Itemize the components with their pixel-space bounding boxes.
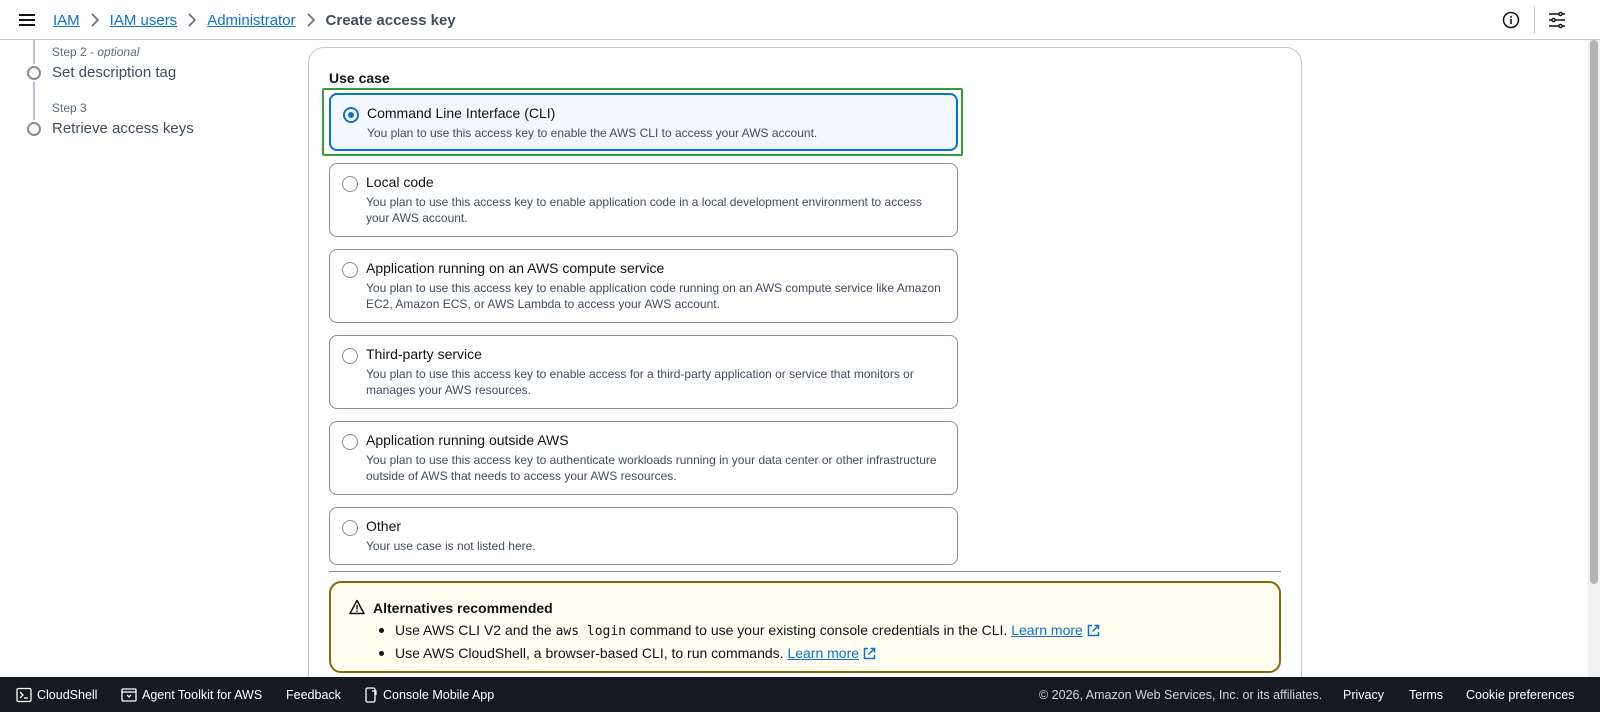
option-title: Application running outside AWS (366, 432, 569, 448)
cloudshell-label: CloudShell (37, 687, 98, 702)
external-link-icon[interactable] (863, 645, 876, 666)
option-local-code[interactable]: Local code You plan to use this access k… (329, 163, 958, 237)
agent-toolkit-label: Agent Toolkit for AWS (142, 687, 263, 702)
step-connector (33, 82, 35, 120)
option-title: Application running on an AWS compute se… (366, 260, 665, 276)
alert-item-cli: Use AWS CLI V2 and the aws login command… (379, 620, 1100, 643)
chevron-right-icon (90, 13, 100, 27)
chevron-right-icon (187, 13, 197, 27)
step-2-label: Step 2 - optional (52, 45, 140, 59)
feedback-link[interactable]: Feedback (286, 677, 341, 712)
step-3-label: Step 3 (52, 101, 87, 115)
console-footer: CloudShell Agent Toolkit for AWS Feedbac… (0, 677, 1600, 712)
mobile-app-label: Console Mobile App (383, 687, 495, 702)
copyright: © 2026, Amazon Web Services, Inc. or its… (1039, 687, 1323, 702)
option-description: You plan to use this access key to enabl… (366, 281, 941, 311)
option-description: You plan to use this access key to enabl… (366, 367, 914, 397)
warning-icon (349, 599, 365, 615)
top-divider (1534, 6, 1535, 34)
option-description: Your use case is not listed here. (366, 539, 536, 553)
section-divider (329, 571, 1281, 572)
radio-unselected[interactable] (342, 434, 358, 450)
chevron-right-icon (306, 13, 316, 27)
code-snippet: aws login (555, 624, 627, 639)
step-3-title[interactable]: Retrieve access keys (52, 120, 194, 137)
option-aws-compute[interactable]: Application running on an AWS compute se… (329, 249, 958, 323)
privacy-link[interactable]: Privacy (1343, 677, 1384, 712)
radio-unselected[interactable] (342, 520, 358, 536)
option-third-party[interactable]: Third-party service You plan to use this… (329, 335, 958, 409)
option-title: Other (366, 518, 402, 534)
option-cli[interactable]: Command Line Interface (CLI) You plan to… (329, 93, 958, 151)
cookie-preferences-link[interactable]: Cookie preferences (1466, 677, 1574, 712)
info-icon[interactable] (1501, 10, 1521, 30)
step-connector (33, 40, 35, 64)
radio-unselected[interactable] (342, 176, 358, 192)
settings-panel-icon[interactable] (1547, 10, 1567, 30)
step-3-indicator (27, 122, 41, 136)
agent-toolkit-button[interactable]: Agent Toolkit for AWS (121, 677, 262, 712)
radio-unselected[interactable] (342, 262, 358, 278)
terms-link[interactable]: Terms (1409, 677, 1443, 712)
top-navigation-bar: IAM IAM users Administrator Create acces… (0, 0, 1600, 40)
breadcrumb-iam-users[interactable]: IAM users (110, 12, 178, 29)
cloudshell-button[interactable]: CloudShell (16, 677, 97, 712)
option-description: You plan to use this access key to enabl… (367, 126, 818, 140)
breadcrumb-administrator[interactable]: Administrator (207, 12, 295, 29)
breadcrumb-current: Create access key (325, 11, 456, 29)
alert-text: Use AWS CloudShell, a browser-based CLI,… (395, 645, 784, 661)
breadcrumb: IAM IAM users Administrator Create acces… (53, 0, 456, 40)
step-2-indicator (27, 66, 41, 80)
alert-list: Use AWS CLI V2 and the aws login command… (379, 620, 1100, 666)
option-description: You plan to use this access key to authe… (366, 453, 937, 483)
option-title: Command Line Interface (CLI) (367, 105, 556, 121)
learn-more-link[interactable]: Learn more (1011, 622, 1083, 638)
radio-unselected[interactable] (342, 348, 358, 364)
alert-title: Alternatives recommended (373, 600, 553, 616)
option-outside-aws[interactable]: Application running outside AWS You plan… (329, 421, 958, 495)
radio-selected[interactable] (343, 107, 359, 123)
alternatives-alert: Alternatives recommended Use AWS CLI V2 … (329, 581, 1281, 673)
scrollbar-thumb[interactable] (1590, 40, 1598, 584)
toolkit-icon (121, 687, 137, 702)
learn-more-link[interactable]: Learn more (787, 645, 859, 661)
alert-item-cloudshell: Use AWS CloudShell, a browser-based CLI,… (379, 643, 1100, 666)
menu-icon[interactable] (18, 11, 36, 29)
step-2-title[interactable]: Set description tag (52, 64, 176, 81)
feedback-label: Feedback (286, 687, 341, 702)
option-title: Local code (366, 174, 434, 190)
use-case-label: Use case (329, 70, 390, 86)
breadcrumb-iam[interactable]: IAM (53, 12, 80, 29)
alert-text: command to use your existing console cre… (626, 622, 1008, 638)
terminal-icon (16, 687, 32, 702)
option-title: Third-party service (366, 346, 482, 362)
mobile-app-link[interactable]: Console Mobile App (364, 677, 494, 712)
option-description: You plan to use this access key to enabl… (366, 195, 922, 225)
mobile-icon (365, 686, 377, 703)
alert-text: Use AWS CLI V2 and the (395, 622, 556, 638)
external-link-icon[interactable] (1087, 622, 1100, 643)
option-other[interactable]: Other Your use case is not listed here. (329, 507, 958, 565)
